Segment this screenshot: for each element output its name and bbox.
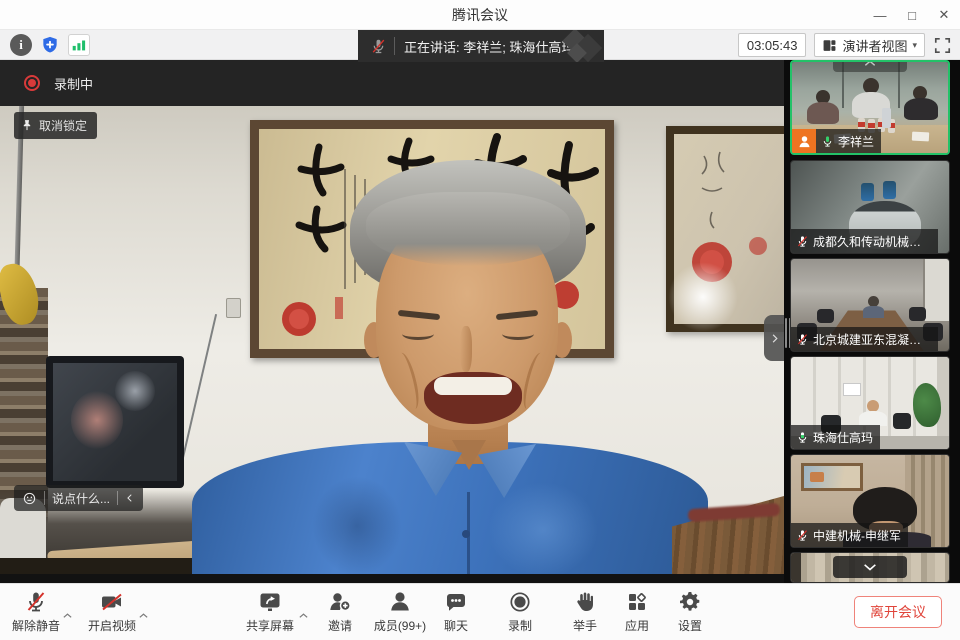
desk-monitor xyxy=(46,356,184,488)
bottom-toolbar: 解除静音 开启视频 共享屏幕 邀请 xyxy=(0,583,960,640)
participant-tile-zhuhai[interactable]: 珠海仕高玛 xyxy=(790,356,950,450)
participant-tile-partial[interactable] xyxy=(790,552,950,583)
quick-chat-bar: 说点什么... xyxy=(14,485,143,511)
mic-muted-icon xyxy=(796,529,809,542)
participant-name: 珠海仕高玛 xyxy=(813,429,873,446)
chevron-up-icon xyxy=(138,612,149,619)
recording-bar: 录制中 xyxy=(0,60,784,106)
mic-muted-icon xyxy=(796,235,809,248)
participant-tile-chengdu[interactable]: 成都久和传动机械有限... xyxy=(790,160,950,254)
window-controls: — □ ✕ xyxy=(864,0,960,30)
record-icon xyxy=(508,590,532,614)
members-icon xyxy=(388,590,412,614)
minimize-button[interactable]: — xyxy=(864,0,896,30)
participant-tile-zhongjian[interactable]: 中建机械-申继军 xyxy=(790,454,950,548)
chat-button[interactable]: 聊天 xyxy=(420,590,492,634)
chat-icon xyxy=(444,590,468,614)
invite-icon xyxy=(328,590,352,614)
share-screen-icon xyxy=(258,590,282,614)
share-screen-label: 共享屏幕 xyxy=(246,617,294,634)
mic-options-chevron[interactable] xyxy=(62,606,73,624)
camera-off-icon xyxy=(100,590,124,614)
meeting-main-area: 录制中 取消锁定 说点什么... xyxy=(0,60,960,583)
meeting-timer: 03:05:43 xyxy=(738,33,807,57)
members-label: 成员(99+) xyxy=(374,617,426,634)
participant-name: 北京城建亚东混凝土有... xyxy=(813,331,931,348)
security-shield-icon[interactable] xyxy=(39,34,61,56)
unmute-label: 解除静音 xyxy=(12,617,60,634)
mic-muted-icon xyxy=(370,38,387,55)
participant-name: 中建机械-申继军 xyxy=(813,527,901,544)
now-speaking-banner: 正在讲话: 李祥兰; 珠海仕高玛; xyxy=(358,30,604,62)
recording-label: 录制中 xyxy=(54,74,93,93)
chevron-down-icon: ▾ xyxy=(912,40,917,51)
mic-on-icon xyxy=(796,431,809,444)
apps-label: 应用 xyxy=(625,617,649,634)
raise-hand-icon xyxy=(573,590,597,614)
participant-name: 李祥兰 xyxy=(838,133,874,150)
view-mode-button[interactable]: 演讲者视图 ▾ xyxy=(814,33,925,57)
network-signal-icon[interactable] xyxy=(68,34,90,56)
mic-muted-icon xyxy=(24,590,48,614)
sidebar-scroll-down-button[interactable] xyxy=(833,556,907,578)
record-button[interactable]: 录制 xyxy=(484,590,556,634)
pin-icon xyxy=(20,119,34,133)
small-frame xyxy=(666,126,784,332)
chevron-up-icon xyxy=(62,612,73,619)
unlock-pin-button[interactable]: 取消锁定 xyxy=(14,112,97,139)
presenter-badge-icon xyxy=(792,129,816,153)
invite-label: 邀请 xyxy=(328,617,352,634)
participant-tile-lixianglan[interactable]: 李祥兰 xyxy=(790,60,950,155)
now-speaking-text: 正在讲话: 李祥兰; 珠海仕高玛; xyxy=(404,37,578,56)
chat-input[interactable]: 说点什么... xyxy=(52,490,110,507)
settings-button[interactable]: 设置 xyxy=(654,590,726,634)
participants-sidebar: 李祥兰 成都久和传动机械有限... xyxy=(784,60,960,583)
apps-icon xyxy=(625,590,649,614)
speaker-view-icon xyxy=(822,38,837,53)
main-video[interactable]: 录制中 取消锁定 说点什么... xyxy=(0,60,784,583)
video-options-chevron[interactable] xyxy=(138,606,149,624)
participant-tile-beijing[interactable]: 北京城建亚东混凝土有... xyxy=(790,258,950,352)
recording-dot-icon xyxy=(24,75,40,91)
meeting-info-icon[interactable]: i xyxy=(10,34,32,56)
start-video-label: 开启视频 xyxy=(88,617,136,634)
sidebar-scroll-up-button[interactable] xyxy=(833,60,907,72)
window-title: 腾讯会议 xyxy=(0,0,960,30)
settings-icon xyxy=(678,590,702,614)
settings-label: 设置 xyxy=(678,617,702,634)
unlock-pin-label: 取消锁定 xyxy=(39,117,87,134)
mic-on-icon xyxy=(821,135,834,148)
speaker-smile xyxy=(424,372,522,424)
mic-muted-icon xyxy=(796,333,809,346)
chevron-right-icon xyxy=(769,333,780,344)
share-screen-button[interactable]: 共享屏幕 xyxy=(234,590,306,634)
leave-meeting-button[interactable]: 离开会议 xyxy=(854,596,942,628)
raise-hand-label: 举手 xyxy=(573,617,597,634)
blurred-name xyxy=(564,30,604,62)
participant-name: 成都久和传动机械有限... xyxy=(813,233,931,250)
title-bar: 腾讯会议 — □ ✕ xyxy=(0,0,960,30)
fullscreen-icon[interactable] xyxy=(933,36,952,55)
chat-label: 聊天 xyxy=(444,617,468,634)
emoji-icon[interactable] xyxy=(22,491,37,506)
record-label: 录制 xyxy=(508,617,532,634)
chevron-up-icon xyxy=(863,60,877,68)
close-button[interactable]: ✕ xyxy=(928,0,960,30)
view-mode-label: 演讲者视图 xyxy=(842,36,907,55)
chevron-left-icon[interactable] xyxy=(125,493,135,503)
sidebar-collapse-handle[interactable] xyxy=(764,315,784,361)
chevron-down-icon xyxy=(862,562,878,573)
maximize-button[interactable]: □ xyxy=(896,0,928,30)
